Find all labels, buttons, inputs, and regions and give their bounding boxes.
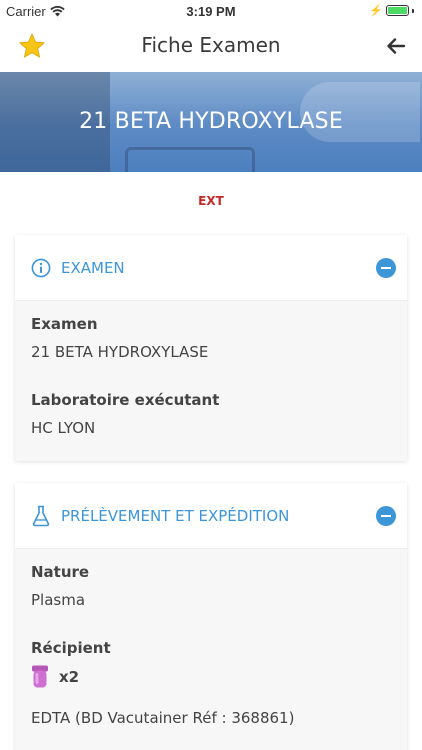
battery-icon (386, 5, 409, 16)
collapse-icon[interactable] (376, 506, 396, 526)
field-value: HC LYON (31, 419, 96, 437)
sample-card-title: PRÉLÈVEMENT ET EXPÉDITION (61, 507, 290, 525)
sample-card: PRÉLÈVEMENT ET EXPÉDITION Nature Plasma … (15, 483, 407, 750)
container-name: EDTA (BD Vacutainer Réf : 368861) (31, 709, 295, 727)
charging-icon: ⚡ (369, 5, 383, 17)
field-recipient: Récipient x2 EDTA (BD Vacutainer Réf : 3… (15, 639, 407, 727)
status-time: 3:19 PM (186, 4, 236, 19)
ext-badge: EXT (198, 194, 224, 208)
field-value: Plasma (31, 591, 86, 609)
exam-card-header[interactable]: EXAMEN (15, 235, 407, 301)
sample-card-header[interactable]: PRÉLÈVEMENT ET EXPÉDITION (15, 483, 407, 549)
page-title: Fiche Examen (141, 33, 281, 57)
back-arrow-icon[interactable] (386, 36, 406, 56)
nav-bar: Fiche Examen (0, 22, 422, 72)
exam-title: 21 BETA HYDROXYLASE (79, 109, 343, 134)
field-label: Laboratoire exécutant (31, 391, 220, 409)
exam-card-title: EXAMEN (61, 259, 125, 277)
container-count: x2 (59, 668, 80, 686)
field-value: 21 BETA HYDROXYLASE (31, 343, 209, 361)
sample-card-body: Nature Plasma Récipient x2 EDTA (BD Vacu… (15, 549, 407, 750)
field-nature: Nature Plasma (15, 563, 105, 609)
tube-icon (32, 665, 48, 688)
flask-icon (32, 505, 50, 527)
field-label: Récipient (31, 639, 111, 657)
field-label: Examen (31, 315, 98, 333)
exam-card: EXAMEN Examen 21 BETA HYDROXYLASE Labora… (15, 235, 407, 461)
status-bar: Carrier 3:19 PM ⚡ (0, 0, 422, 22)
field-examen: Examen 21 BETA HYDROXYLASE (15, 315, 224, 361)
container-row: x2 (31, 665, 391, 689)
collapse-icon[interactable] (376, 258, 396, 278)
exam-card-body: Examen 21 BETA HYDROXYLASE Laboratoire e… (15, 301, 407, 461)
battery-indicator: ⚡ (369, 4, 414, 17)
field-laboratoire: Laboratoire exécutant HC LYON (15, 391, 235, 437)
hero-banner: 21 BETA HYDROXYLASE (0, 72, 422, 172)
info-icon (31, 258, 51, 278)
field-label: Nature (31, 563, 90, 581)
